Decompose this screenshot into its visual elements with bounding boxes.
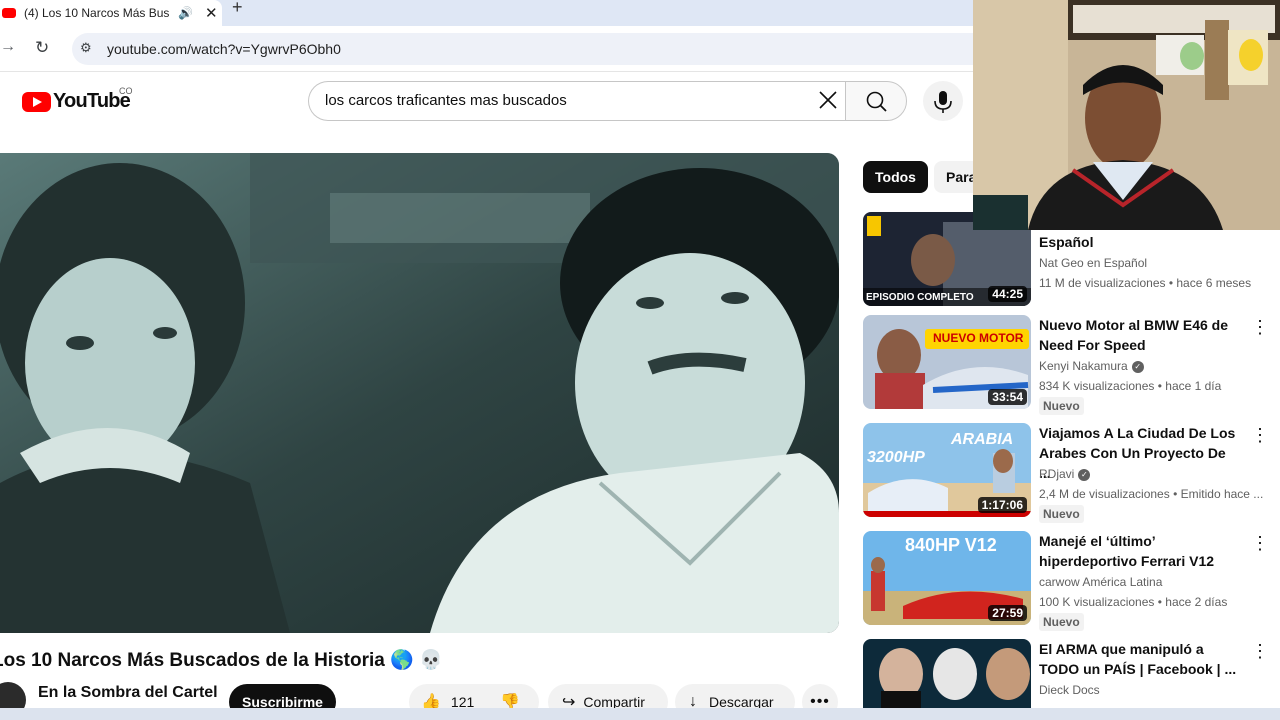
youtube-favicon-icon [2,8,16,18]
rec-channel[interactable]: RDjavi ✓ [1039,467,1091,481]
site-info-icon[interactable]: ⚙ [80,40,92,56]
rec-title[interactable]: Manejé el ‘último’ hiperdeportivo Ferrar… [1039,531,1239,571]
video-player[interactable] [0,153,839,633]
rec-meta: 100 K visualizaciones • hace 2 días [1039,595,1228,609]
new-badge: Nuevo [1039,397,1084,415]
new-badge: Nuevo [1039,613,1084,631]
recommendation-item[interactable]: NUEVO MOTOR 33:54 Nuevo Motor al BMW E46… [863,315,1273,415]
video-thumbnail[interactable]: NUEVO MOTOR 33:54 [863,315,1031,409]
search-icon [866,91,887,112]
reload-icon[interactable]: ↻ [35,38,49,58]
search-input-value[interactable]: los carcos traficantes mas buscados [325,92,567,109]
tab-title: (4) Los 10 Narcos Más Buscados de la His… [24,6,169,20]
rec-channel[interactable]: Dieck Docs [1039,683,1100,697]
rec-title[interactable]: Español [1039,232,1239,252]
thumb-text: EPISODIO COMPLETO [866,292,974,303]
new-tab-button[interactable]: + [232,0,252,20]
more-icon[interactable]: ⋮ [1251,317,1269,338]
recommendation-item[interactable]: El ARMA que manipuló a TODO un PAÍS | Fa… [863,639,1273,708]
video-title: Los 10 Narcos Más Buscados de la Histori… [0,650,443,671]
duration-badge: 27:59 [988,605,1027,621]
duration-badge: 44:25 [988,286,1027,302]
video-frame-image [0,153,839,633]
rec-meta: 11 M de visualizaciones • hace 6 meses [1039,276,1252,290]
more-icon[interactable]: ⋮ [1251,641,1269,662]
search-button[interactable] [845,81,907,121]
speaker-icon[interactable]: 🔊 [178,6,193,20]
recommendation-item[interactable]: ARABIA 3200HP 1:17:06 Viajamos A La Ciud… [863,423,1273,523]
thumb-text: 3200HP [867,449,925,466]
rec-channel[interactable]: Kenyi Nakamura ✓ [1039,359,1144,373]
verified-icon: ✓ [1078,468,1091,481]
rec-channel[interactable]: Nat Geo en Español [1039,256,1147,270]
country-code: CO [119,86,133,96]
youtube-play-icon [22,91,51,112]
duration-badge: 1:17:06 [977,497,1027,513]
rec-channel[interactable]: carwow América Latina [1039,575,1162,589]
new-badge: Nuevo [1039,505,1084,523]
verified-icon: ✓ [1131,360,1144,373]
rec-meta: 2,4 M de visualizaciones • Emitido hace … [1039,487,1264,501]
rec-title[interactable]: El ARMA que manipuló a TODO un PAÍS | Fa… [1039,639,1239,679]
video-thumbnail[interactable]: ARABIA 3200HP 1:17:06 [863,423,1031,517]
rec-channel-name: RDjavi [1039,467,1075,481]
rec-channel-name: Kenyi Nakamura [1039,359,1128,373]
thumb-text: ARABIA [951,431,1014,448]
forward-icon[interactable]: → [0,38,16,56]
thumb-text: NUEVO MOTOR [933,331,1024,345]
url-text[interactable]: youtube.com/watch?v=YgwrvP6Obh0 [107,41,341,57]
clear-icon[interactable] [813,85,843,115]
webcam-overlay [973,0,1280,230]
duration-badge: 33:54 [988,389,1027,405]
browser-tab[interactable]: (4) Los 10 Narcos Más Buscados de la His… [0,0,222,26]
recommendation-item[interactable]: 840HP V12 27:59 Manejé el ‘último’ hiper… [863,531,1273,631]
thumb-text: 840HP V12 [905,535,997,555]
more-icon[interactable]: ⋮ [1251,425,1269,446]
channel-name[interactable]: En la Sombra del Cartel [38,684,218,702]
voice-search-button[interactable] [923,81,963,121]
video-thumbnail[interactable] [863,639,1031,708]
mic-icon [934,91,952,113]
rec-meta: 834 K visualizaciones • hace 1 día [1039,379,1222,393]
youtube-logo[interactable]: YouTube [22,90,131,113]
tab-close-icon[interactable]: ✕ [205,4,218,22]
more-icon[interactable]: ⋮ [1251,533,1269,554]
chip-todos[interactable]: Todos [863,161,928,193]
rec-title[interactable]: Nuevo Motor al BMW E46 de Need For Speed [1039,315,1239,355]
video-thumbnail[interactable]: 840HP V12 27:59 [863,531,1031,625]
windows-taskbar [0,708,1280,720]
